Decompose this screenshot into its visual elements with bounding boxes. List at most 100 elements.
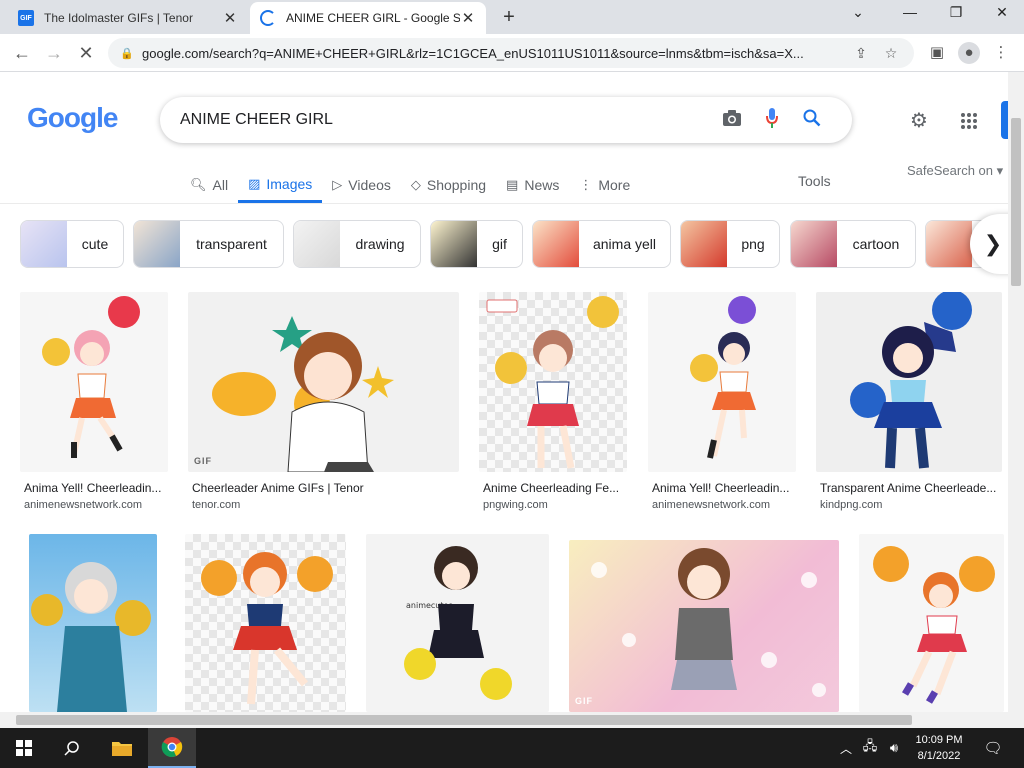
- window-close-button[interactable]: ✕: [980, 4, 1024, 28]
- chip-png[interactable]: png: [680, 220, 780, 268]
- minimize-button[interactable]: —: [888, 4, 932, 28]
- result-image[interactable]: [479, 292, 627, 472]
- result-title[interactable]: Anima Yell! Cheerleadin...: [652, 481, 796, 495]
- stop-loading-icon[interactable]: ✕: [74, 42, 98, 64]
- result-title[interactable]: Cheerleader Anime GIFs | Tenor: [192, 481, 457, 495]
- camera-icon[interactable]: [712, 109, 752, 132]
- tab-search-icon[interactable]: ⌄: [836, 4, 880, 28]
- chip-thumbnail: [294, 221, 340, 267]
- result-image[interactable]: GIF: [188, 292, 459, 472]
- file-explorer-icon[interactable]: [98, 728, 146, 768]
- result-image[interactable]: [816, 292, 1002, 472]
- safesearch-dropdown[interactable]: SafeSearch on ▾: [907, 163, 1003, 179]
- browser-tab-tenor[interactable]: GIF The Idolmaster GIFs | Tenor ✕: [8, 2, 248, 34]
- chevron-up-icon[interactable]: ︿: [836, 728, 856, 768]
- tag-icon: ◇: [410, 177, 421, 192]
- chip-gif[interactable]: gif: [430, 220, 523, 268]
- tab-label: Images: [266, 176, 313, 192]
- url-text[interactable]: google.com/search?q=ANIME+CHEER+GIRL&rlz…: [142, 46, 842, 61]
- share-icon[interactable]: ⇪: [850, 45, 872, 62]
- tab-label: More: [598, 177, 631, 193]
- bookmark-star-icon[interactable]: ☆: [880, 45, 902, 62]
- search-input[interactable]: ANIME CHEER GIRL: [180, 111, 712, 129]
- image-result[interactable]: animecutes: [366, 534, 549, 712]
- chip-label: cartoon: [852, 236, 900, 252]
- lock-icon[interactable]: 🔒: [120, 47, 134, 60]
- notification-icon[interactable]: 🗨: [978, 728, 1008, 768]
- scrollbar-thumb[interactable]: [16, 715, 912, 725]
- tab-shopping[interactable]: ◇ Shopping: [401, 168, 496, 202]
- chip-thumbnail: [681, 221, 727, 267]
- result-title[interactable]: Anima Yell! Cheerleadin...: [24, 481, 168, 495]
- search-icon[interactable]: [48, 728, 96, 768]
- tab-videos[interactable]: ▷ Videos: [322, 168, 401, 202]
- result-image[interactable]: [648, 292, 796, 472]
- image-result[interactable]: [185, 534, 346, 712]
- side-panel-icon[interactable]: ▣: [926, 42, 948, 64]
- chrome-icon[interactable]: [148, 728, 196, 768]
- result-source: animenewsnetwork.com: [24, 499, 142, 511]
- result-title[interactable]: Anime Cheerleading Fe...: [483, 481, 627, 495]
- result-source: animenewsnetwork.com: [652, 499, 770, 511]
- image-result[interactable]: Transparent Anime Cheerleade... kindpng.…: [816, 292, 1002, 522]
- microphone-icon[interactable]: [752, 107, 792, 134]
- chip-anima-yell[interactable]: anima yell: [532, 220, 671, 268]
- chip-label: anima yell: [592, 236, 657, 252]
- tab-images[interactable]: ▨ Images: [238, 168, 323, 203]
- more-vertical-icon: ⋮: [579, 177, 593, 192]
- restore-button[interactable]: ❐: [934, 4, 978, 28]
- chip-thumbnail: [791, 221, 837, 267]
- vertical-scrollbar[interactable]: [1008, 72, 1024, 728]
- image-result[interactable]: GIF: [569, 540, 839, 712]
- tab-label: News: [524, 177, 560, 193]
- search-icon[interactable]: [792, 109, 832, 132]
- image-result[interactable]: Anime Cheerleading Fe... pngwing.com: [479, 292, 627, 522]
- image-result[interactable]: Anima Yell! Cheerleadin... animenewsnetw…: [648, 292, 796, 522]
- tab-title: The Idolmaster GIFs | Tenor: [44, 11, 193, 25]
- result-image[interactable]: [20, 292, 168, 472]
- tab-all[interactable]: 🔍︎ All: [180, 168, 238, 202]
- tab-more[interactable]: ⋮ More: [569, 168, 640, 202]
- result-image[interactable]: [859, 534, 1004, 712]
- apps-grid-icon[interactable]: [956, 108, 982, 134]
- chip-drawing[interactable]: drawing: [293, 220, 421, 268]
- browser-tab-google[interactable]: ANIME CHEER GIRL - Google Sea ✕: [250, 2, 486, 34]
- result-image[interactable]: GIF: [569, 540, 839, 712]
- search-box[interactable]: ANIME CHEER GIRL: [160, 97, 852, 143]
- tab-news[interactable]: ▤ News: [496, 168, 569, 202]
- tools-button[interactable]: Tools: [798, 173, 831, 189]
- close-icon[interactable]: ✕: [460, 9, 476, 27]
- browser-menu-icon[interactable]: ⋮: [990, 42, 1012, 64]
- chip-cartoon[interactable]: cartoon: [790, 220, 916, 268]
- address-bar[interactable]: 🔒 google.com/search?q=ANIME+CHEER+GIRL&r…: [108, 38, 914, 68]
- image-icon: ▨: [248, 176, 261, 191]
- browser-toolbar: ← → ✕ 🔒 google.com/search?q=ANIME+CHEER+…: [0, 34, 1024, 72]
- result-image[interactable]: animecutes: [366, 534, 549, 712]
- image-result[interactable]: [859, 534, 1004, 712]
- chip-transparent[interactable]: transparent: [133, 220, 284, 268]
- forward-arrow-icon[interactable]: →: [42, 42, 66, 64]
- chip-cute[interactable]: cute: [20, 220, 124, 268]
- close-icon[interactable]: ✕: [222, 9, 238, 27]
- image-result[interactable]: GIF Cheerleader Anime GIFs | Tenor tenor…: [188, 292, 459, 522]
- account-button[interactable]: [1001, 101, 1008, 139]
- network-icon[interactable]: 🖧: [858, 728, 882, 768]
- taskbar: ︿ 🖧 🔊︎ 10:09 PM 8/1/2022 🗨: [0, 728, 1024, 768]
- chip-thumbnail: [533, 221, 579, 267]
- system-clock[interactable]: 10:09 PM 8/1/2022: [906, 732, 972, 764]
- result-image[interactable]: [185, 534, 346, 712]
- image-result[interactable]: Anima Yell! Cheerleadin... animenewsnetw…: [20, 292, 168, 522]
- new-tab-button[interactable]: +: [498, 6, 520, 29]
- settings-gear-icon[interactable]: ⚙: [906, 108, 932, 134]
- result-title[interactable]: Transparent Anime Cheerleade...: [820, 481, 1002, 495]
- google-logo[interactable]: Google: [27, 102, 118, 134]
- volume-icon[interactable]: 🔊︎: [882, 728, 906, 768]
- scrollbar-thumb[interactable]: [1011, 118, 1021, 286]
- back-arrow-icon[interactable]: ←: [10, 42, 34, 64]
- tab-label: Videos: [348, 177, 391, 193]
- profile-avatar-icon[interactable]: ●: [958, 42, 980, 64]
- image-result[interactable]: [29, 534, 157, 712]
- result-image[interactable]: [29, 534, 157, 712]
- windows-start-icon[interactable]: [0, 728, 48, 768]
- horizontal-scrollbar[interactable]: [0, 712, 1008, 728]
